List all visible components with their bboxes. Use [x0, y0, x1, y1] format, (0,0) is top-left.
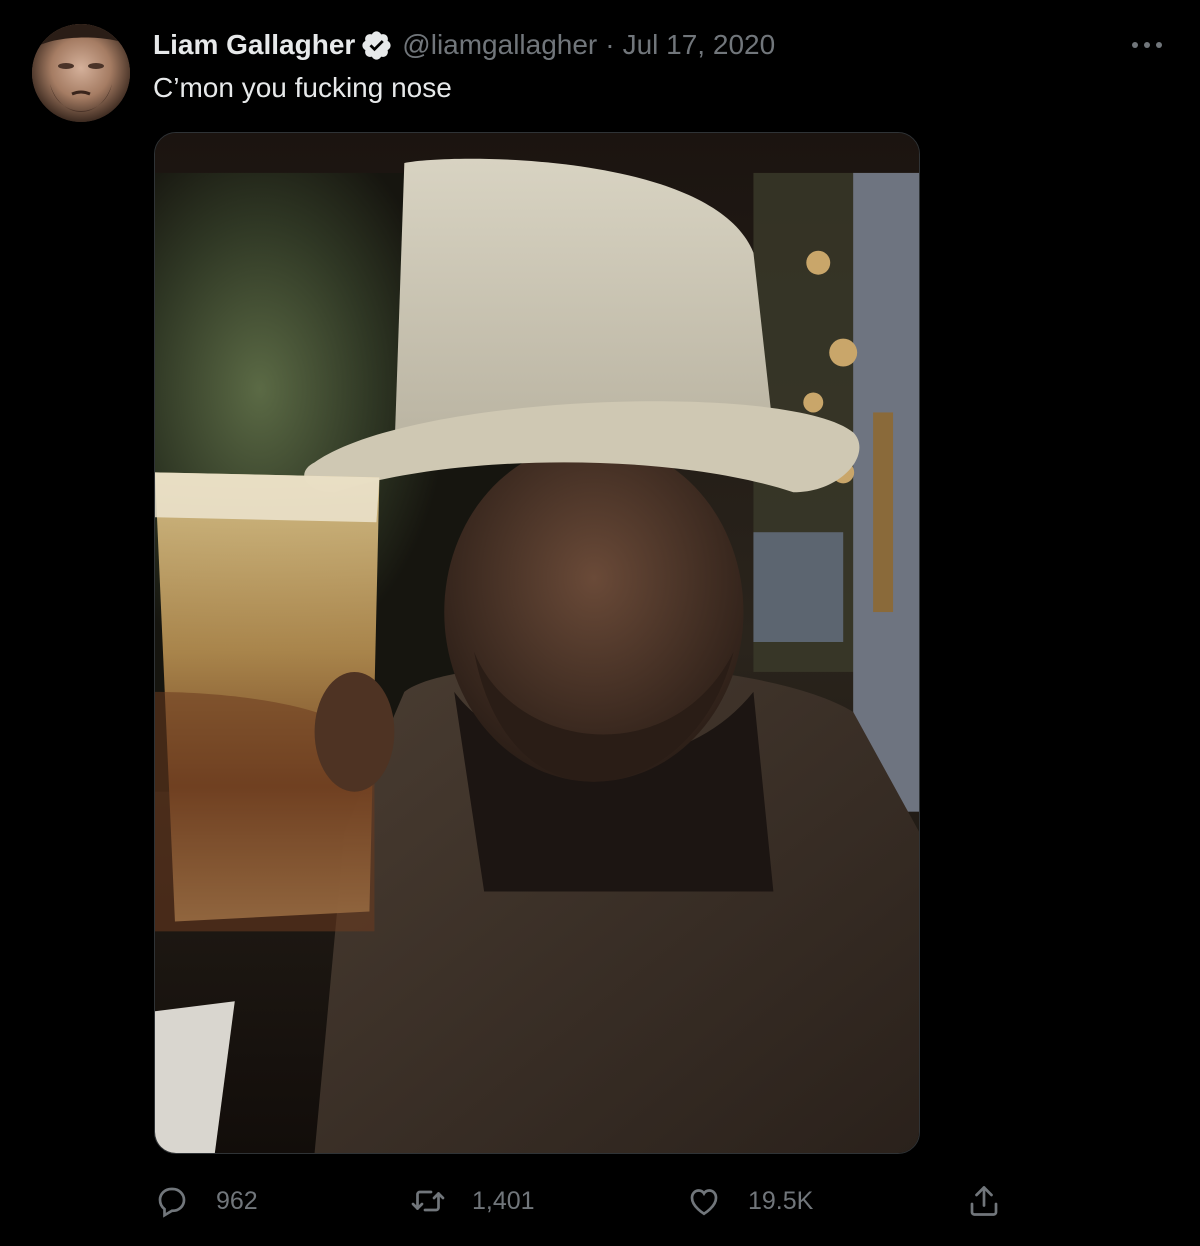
reply-icon — [154, 1183, 190, 1219]
more-options-button[interactable] — [1130, 30, 1164, 60]
photo-image — [155, 133, 919, 1153]
like-button[interactable]: 19.5K — [686, 1178, 813, 1224]
tweet-actions: 962 1,401 19.5K — [154, 1178, 1004, 1224]
avatar[interactable] — [32, 24, 130, 122]
like-count: 19.5K — [748, 1186, 814, 1215]
user-handle[interactable]: @liamgallagher — [402, 29, 597, 61]
header-separator: · — [605, 29, 615, 60]
display-name[interactable]: Liam Gallagher — [153, 29, 355, 61]
verified-badge-icon — [360, 29, 393, 62]
share-icon — [966, 1183, 1002, 1219]
reply-count: 962 — [216, 1186, 258, 1215]
tweet-card[interactable]: Liam Gallagher @liamgallagher · Jul 17, … — [0, 0, 1200, 1246]
more-horizontal-icon — [1132, 42, 1162, 48]
tweet-date[interactable]: Jul 17, 2020 — [623, 29, 776, 61]
share-button[interactable] — [966, 1178, 1002, 1224]
retweet-icon — [410, 1183, 446, 1219]
heart-icon — [686, 1183, 722, 1219]
tweet-header: Liam Gallagher @liamgallagher · Jul 17, … — [153, 26, 775, 64]
retweet-count: 1,401 — [472, 1186, 535, 1215]
reply-button[interactable]: 962 — [154, 1178, 258, 1224]
tweet-photo[interactable] — [154, 132, 920, 1154]
tweet-text: C’mon you fucking nose — [153, 72, 452, 103]
retweet-button[interactable]: 1,401 — [410, 1178, 535, 1224]
avatar-image — [32, 24, 130, 122]
